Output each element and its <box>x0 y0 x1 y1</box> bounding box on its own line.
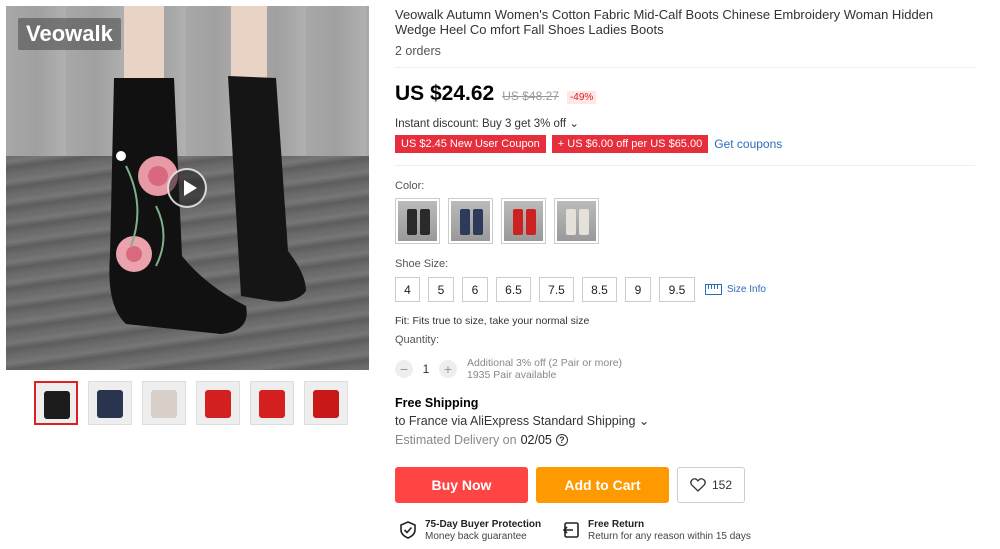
estimated-delivery-date: 02/05 <box>520 433 552 447</box>
quantity-label: Quantity: <box>395 334 440 346</box>
size-option[interactable]: 6 <box>462 277 488 302</box>
swatch-image <box>504 201 543 241</box>
size-info-link[interactable]: Size Info <box>705 284 766 295</box>
free-return-title: Free Return <box>588 519 645 530</box>
thumbnail-image <box>259 390 285 418</box>
main-product-image[interactable]: Veowalk <box>6 6 369 370</box>
coupon-row: US $2.45 New User Coupon + US $6.00 off … <box>395 135 782 153</box>
ruler-icon <box>705 284 722 295</box>
thumbnail-strip <box>34 381 348 425</box>
size-option[interactable]: 6.5 <box>496 277 531 302</box>
size-label: Shoe Size: <box>395 258 449 270</box>
wishlist-button[interactable]: 152 <box>677 467 745 503</box>
brand-logo: Veowalk <box>18 18 121 50</box>
thumbnail-5[interactable] <box>250 381 294 425</box>
heart-icon <box>690 478 706 492</box>
quantity-increase-button[interactable]: + <box>439 360 457 378</box>
swatch-image <box>557 201 596 241</box>
color-swatches <box>395 198 599 244</box>
quantity-stepper: − 1 + Additional 3% off (2 Pair or more)… <box>395 357 622 381</box>
order-count: 2 orders <box>395 44 441 58</box>
thumbnail-image <box>44 391 70 419</box>
buy-now-button[interactable]: Buy Now <box>395 467 528 503</box>
swatch-boot-right <box>420 209 430 235</box>
color-label: Color: <box>395 180 425 192</box>
return-icon <box>562 522 579 538</box>
buyer-protection: 75-Day Buyer Protection Money back guara… <box>399 519 541 543</box>
thumbnail-3[interactable] <box>142 381 186 425</box>
swatch-image <box>398 201 437 241</box>
thumbnail-image <box>151 390 177 418</box>
store-coupon[interactable]: + US $6.00 off per US $65.00 <box>551 135 709 153</box>
thumbnail-2[interactable] <box>88 381 132 425</box>
color-swatch-1[interactable] <box>395 198 440 244</box>
color-swatch-4[interactable] <box>554 198 599 244</box>
thumbnail-image <box>313 390 339 418</box>
thumbnail-4[interactable] <box>196 381 240 425</box>
thumbnail-1[interactable] <box>34 381 78 425</box>
bulk-discount-note: Additional 3% off (2 Pair or more) <box>467 357 623 369</box>
swatch-boot-right <box>526 209 536 235</box>
swatch-boot-left <box>513 209 523 235</box>
instant-discount-dropdown[interactable]: Instant discount: Buy 3 get 3% off ⌄ <box>395 116 579 130</box>
stock-available: 1935 Pair available <box>467 369 557 381</box>
thumbnail-image <box>205 390 231 418</box>
quantity-decrease-button[interactable]: − <box>395 360 413 378</box>
thumbnail-image <box>97 390 123 418</box>
action-buttons: Buy Now Add to Cart 152 <box>395 467 745 503</box>
swatch-boot-right <box>579 209 589 235</box>
add-to-cart-button[interactable]: Add to Cart <box>536 467 669 503</box>
wishlist-count: 152 <box>711 478 733 492</box>
swatch-boot-right <box>473 209 483 235</box>
product-title: Veowalk Autumn Women's Cotton Fabric Mid… <box>395 7 934 37</box>
new-user-coupon[interactable]: US $2.45 New User Coupon <box>395 135 546 153</box>
quantity-value[interactable]: 1 <box>413 362 439 376</box>
discount-badge: -49% <box>566 91 597 104</box>
free-return-sub: Return for any reason within 15 days <box>588 531 751 542</box>
estimated-delivery-label: Estimated Delivery on <box>395 433 517 447</box>
buyer-protection-sub: Money back guarantee <box>425 531 527 542</box>
current-price: US $24.62 <box>395 82 495 105</box>
size-option[interactable]: 9.5 <box>659 277 695 302</box>
shipping-method-dropdown[interactable]: to France via AliExpress Standard Shippi… <box>395 413 649 428</box>
help-icon[interactable]: ? <box>555 434 568 446</box>
swatch-image <box>451 201 490 241</box>
estimated-delivery: Estimated Delivery on 02/05 ? <box>395 433 568 447</box>
size-options: 4 5 6 6.5 7.5 8.5 9 9.5 Size Info <box>395 277 766 302</box>
buyer-protection-title: 75-Day Buyer Protection <box>425 519 542 530</box>
shield-check-icon <box>400 521 416 539</box>
swatch-boot-left <box>407 209 417 235</box>
size-option[interactable]: 7.5 <box>539 277 574 302</box>
size-option[interactable]: 9 <box>625 277 651 302</box>
size-info-label: Size Info <box>727 284 766 295</box>
size-option[interactable]: 8.5 <box>582 277 617 302</box>
price-block: US $24.62 US $48.27 -49% <box>395 82 597 106</box>
get-coupons-link[interactable]: Get coupons <box>714 137 782 151</box>
divider <box>395 165 975 166</box>
shipping-title: Free Shipping <box>395 396 479 410</box>
size-option[interactable]: 4 <box>395 277 420 302</box>
divider <box>395 67 975 68</box>
quantity-note: Additional 3% off (2 Pair or more) 1935 … <box>467 357 622 381</box>
thumbnail-6[interactable] <box>304 381 348 425</box>
size-option[interactable]: 5 <box>428 277 454 302</box>
free-return: Free Return Return for any reason within… <box>562 519 751 543</box>
swatch-boot-left <box>460 209 470 235</box>
color-swatch-3[interactable] <box>501 198 546 244</box>
color-swatch-2[interactable] <box>448 198 493 244</box>
original-price: US $48.27 <box>502 89 559 103</box>
fit-note: Fit: Fits true to size, take your normal… <box>395 315 590 327</box>
swatch-boot-left <box>566 209 576 235</box>
video-play-button[interactable] <box>167 168 207 208</box>
